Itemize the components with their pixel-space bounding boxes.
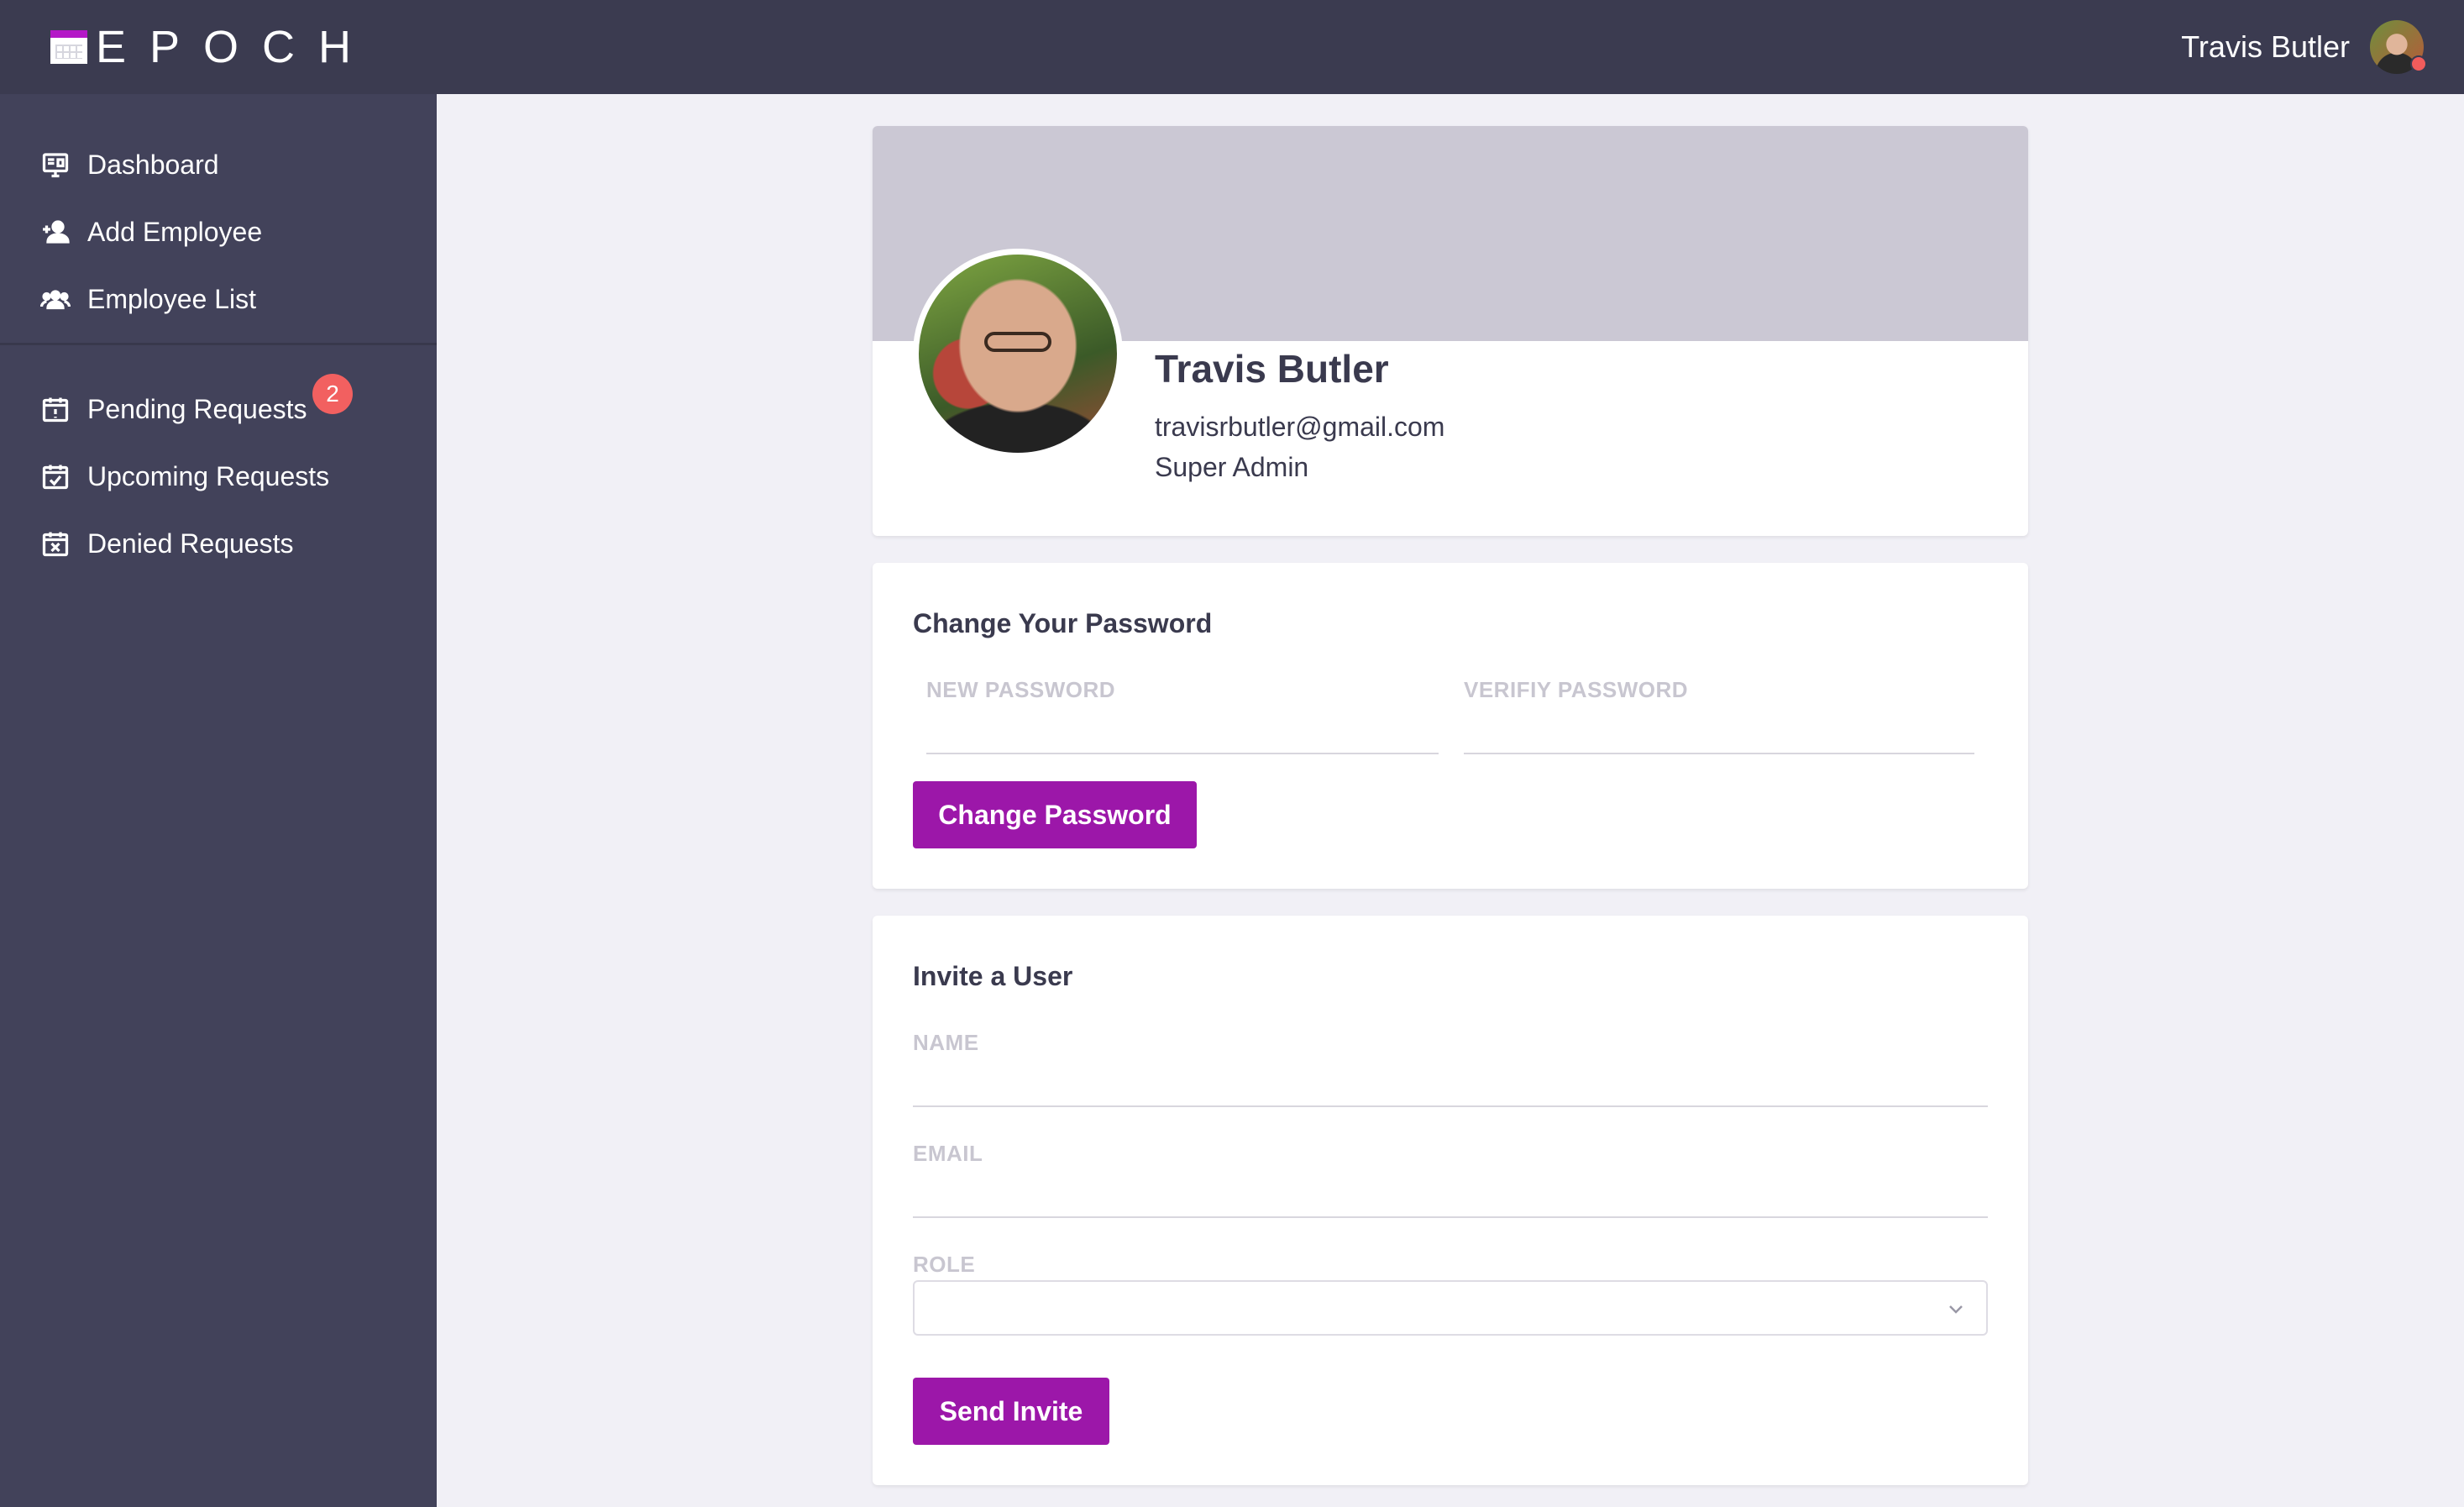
sidebar-item-denied-requests[interactable]: Denied Requests [0, 510, 437, 577]
new-password-label: NEW PASSWORD [926, 677, 1116, 702]
name-label: NAME [913, 1030, 979, 1055]
sidebar-item-add-employee[interactable]: Add Employee [0, 198, 437, 265]
profile-info: Travis Butler travisrbutler@gmail.com Su… [1155, 346, 1444, 487]
status-dot-icon [2410, 55, 2427, 72]
sidebar-item-dashboard[interactable]: Dashboard [0, 131, 437, 198]
verify-password-label: VERIFIY PASSWORD [1464, 677, 1689, 702]
user-menu[interactable]: Travis Butler [2181, 20, 2427, 74]
sidebar-item-label: Dashboard [87, 149, 219, 180]
change-password-title: Change Your Password [913, 608, 1213, 638]
email-label: EMAIL [913, 1141, 983, 1166]
calendar-check-icon [42, 465, 69, 490]
profile-email: travisrbutler@gmail.com [1155, 412, 1445, 442]
role-select[interactable] [913, 1280, 1988, 1336]
sidebar: Dashboard Add Employee Employee List Pen… [0, 94, 437, 1507]
email-input[interactable] [913, 1216, 1988, 1218]
verify-password-input[interactable] [1464, 753, 1974, 754]
dashboard-icon [42, 153, 69, 178]
profile-name: Travis Butler [1155, 347, 1389, 391]
role-label: ROLE [913, 1252, 976, 1277]
profile-photo [913, 249, 1123, 459]
chevron-down-icon [1949, 1305, 1963, 1314]
new-password-input[interactable] [926, 753, 1439, 754]
sidebar-item-upcoming-requests[interactable]: Upcoming Requests [0, 443, 437, 510]
profile-role: Super Admin [1155, 452, 1309, 482]
sidebar-item-label: Denied Requests [87, 528, 294, 559]
calendar-logo-icon [50, 30, 87, 64]
sidebar-item-label: Add Employee [87, 216, 263, 247]
name-input[interactable] [913, 1105, 1988, 1107]
user-name[interactable]: Travis Butler [2181, 29, 2350, 65]
calendar-x-icon [42, 532, 69, 557]
sidebar-item-label: Employee List [87, 283, 256, 314]
invite-user-title: Invite a User [913, 961, 1073, 991]
add-user-icon [43, 220, 70, 244]
change-password-card: Change Your Password NEW PASSWORD VERIFI… [873, 563, 2028, 889]
sidebar-item-pending-requests[interactable]: Pending Requests 2 [0, 374, 437, 443]
top-bar: EPOCH Travis Butler [0, 0, 2464, 94]
sidebar-item-label: Upcoming Requests [87, 460, 330, 491]
glasses-detail [984, 332, 1051, 352]
calendar-alert-icon [42, 397, 69, 423]
brand[interactable]: EPOCH [50, 21, 375, 73]
sidebar-requests-group: Pending Requests 2 Upcoming Requests Den… [0, 343, 437, 587]
sidebar-main-group: Dashboard Add Employee Employee List [0, 94, 437, 343]
sidebar-item-label: Pending Requests [87, 393, 307, 424]
sidebar-item-employee-list[interactable]: Employee List [0, 265, 437, 333]
avatar[interactable] [2370, 20, 2427, 74]
users-icon [40, 290, 71, 310]
send-invite-button[interactable]: Send Invite [913, 1378, 1109, 1445]
brand-name: EPOCH [96, 22, 375, 72]
change-password-button[interactable]: Change Password [913, 781, 1197, 848]
profile-card: Travis Butler travisrbutler@gmail.com Su… [873, 126, 2028, 536]
invite-user-card: Invite a User NAME EMAIL ROLE Send Invit… [873, 916, 2028, 1485]
pending-count-badge: 2 [312, 374, 353, 414]
